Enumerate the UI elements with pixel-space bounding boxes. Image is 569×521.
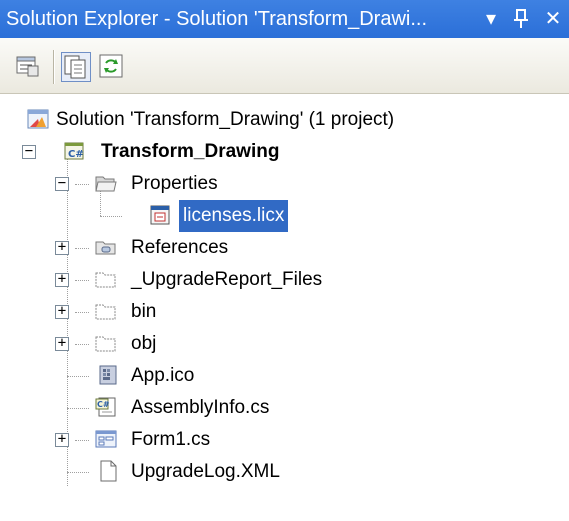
window-title: Solution Explorer - Solution 'Transform_… [6,8,428,30]
show-all-files-icon [64,55,86,79]
tree-row-upgradelog[interactable]: UpgradeLog.XML [0,456,569,488]
obj-expand-toggle[interactable]: + [55,336,69,351]
tree-item-label: bin [131,301,157,322]
tree-row-app-ico[interactable]: App.ico [0,360,569,392]
title-bar: Solution Explorer - Solution 'Transform_… [0,0,569,38]
tree-row-properties[interactable]: − Properties [0,168,569,200]
tree-row-licenses[interactable]: licenses.licx [0,200,569,232]
bin-expand-toggle[interactable]: + [55,304,69,319]
form-icon [95,430,117,448]
tree-row-project[interactable]: − C# Transform_Drawing [0,136,569,168]
references-icon [95,241,116,255]
tree-row-assemblyinfo[interactable]: C# AssemblyInfo.cs [0,392,569,424]
upgrade-report-expand-toggle[interactable]: + [55,272,69,287]
properties-icon [16,56,39,77]
icon-file-icon [99,365,117,385]
tree-item-label: App.ico [131,365,195,386]
project-label: Transform_Drawing [101,141,280,162]
pin-icon [514,9,528,28]
show-all-files-button[interactable] [61,52,91,82]
csharp-file-icon: C# [95,397,116,417]
svg-text:C#: C# [68,149,84,160]
solution-icon [27,109,49,129]
tree-row-form1[interactable]: + Form1.cs [0,424,569,456]
form1-expand-toggle[interactable]: + [55,432,69,447]
window-position-dropdown[interactable]: ▾ [476,0,506,38]
folder-icon [95,336,116,352]
solution-label: Solution 'Transform_Drawing' (1 project) [56,109,395,130]
tree-item-label: References [131,237,229,258]
tree-item-label: licenses.licx [179,200,289,232]
tree-item-label: AssemblyInfo.cs [131,397,270,418]
tree-item-label: UpgradeLog.XML [131,461,280,482]
folder-icon [95,272,116,288]
toolbar [0,38,569,94]
refresh-button[interactable] [97,52,127,82]
refresh-icon [99,54,123,78]
tree-row-obj[interactable]: + obj [0,328,569,360]
tree-row-solution[interactable]: Solution 'Transform_Drawing' (1 project) [0,104,569,136]
csharp-project-icon: C# [64,142,84,160]
svg-text:C#: C# [97,400,110,409]
licx-file-icon [150,205,170,225]
tree-row-references[interactable]: + References [0,232,569,264]
toolbar-separator [53,50,55,84]
tree-row-bin[interactable]: + bin [0,296,569,328]
tree-item-label: obj [131,333,157,354]
open-folder-icon [95,176,117,192]
close-button[interactable]: ✕ [538,0,568,38]
auto-hide-pin-button[interactable] [506,0,536,38]
references-expand-toggle[interactable]: + [55,240,69,255]
tree-item-label: Form1.cs [131,429,211,450]
properties-collapse-toggle[interactable]: − [55,176,69,191]
tree-item-label: _UpgradeReport_Files [131,269,323,290]
solution-tree: Solution 'Transform_Drawing' (1 project)… [0,95,569,521]
document-icon [100,460,117,482]
project-collapse-toggle[interactable]: − [22,144,36,159]
tree-row-upgrade-report[interactable]: + _UpgradeReport_Files [0,264,569,296]
properties-button[interactable] [14,52,44,82]
folder-icon [95,304,116,320]
tree-item-label: Properties [131,173,218,194]
